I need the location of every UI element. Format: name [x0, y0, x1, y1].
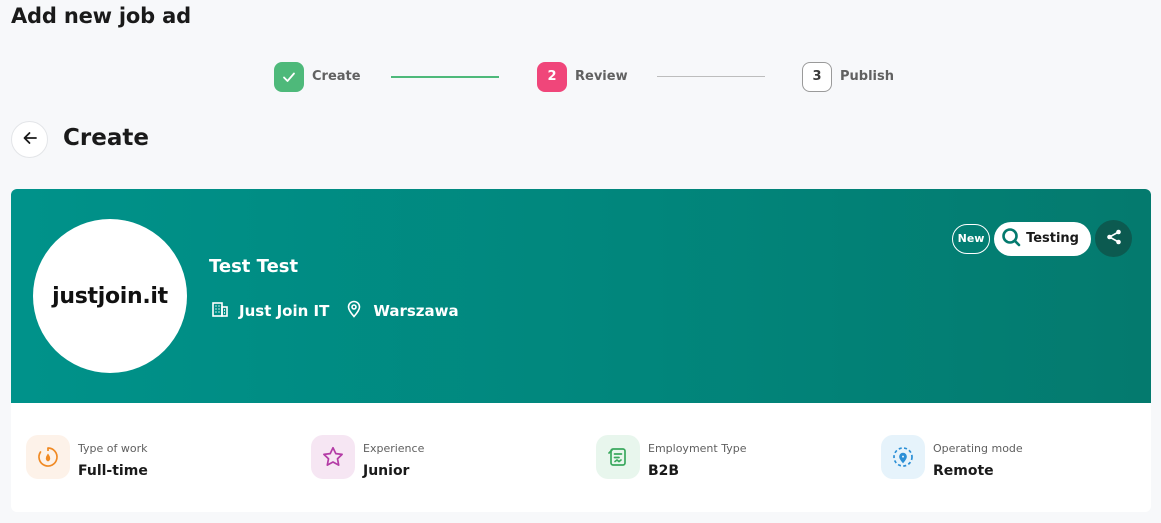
step-connector-done — [391, 76, 499, 78]
detail-operating-mode: Operating mode Remote — [881, 435, 1023, 479]
page-title: Add new job ad — [11, 4, 191, 28]
job-details: Type of work Full-time Experience Junior — [11, 403, 1151, 512]
location-text: Warszawa — [373, 302, 459, 320]
detail-label: Employment Type — [648, 442, 747, 455]
share-button[interactable] — [1095, 220, 1132, 257]
step-publish[interactable]: 3 Publish — [802, 61, 894, 92]
company-name: Just Join IT — [211, 300, 329, 322]
detail-value: Remote — [933, 463, 994, 479]
detail-label: Type of work — [78, 442, 148, 455]
category-badge: Testing — [994, 221, 1091, 256]
map-pin-icon — [345, 300, 373, 322]
timer-icon — [26, 435, 70, 479]
step-number-review: 2 — [537, 61, 567, 92]
magnifier-icon — [1000, 226, 1026, 252]
company-logo-text: justjoin.it — [52, 283, 168, 309]
building-icon — [211, 300, 239, 322]
detail-value: B2B — [648, 463, 680, 479]
company-name-text: Just Join IT — [239, 302, 330, 320]
company-logo: justjoin.it — [33, 219, 187, 373]
arrow-left-icon — [22, 130, 38, 150]
new-badge: New — [952, 223, 991, 254]
detail-experience: Experience Junior — [311, 435, 424, 479]
detail-label: Experience — [363, 442, 425, 455]
share-icon — [1105, 228, 1123, 250]
job-location: Warszawa — [345, 300, 459, 322]
contract-icon — [596, 435, 640, 479]
step-number-publish: 3 — [802, 61, 832, 92]
detail-value: Full-time — [78, 463, 148, 479]
category-label: Testing — [1026, 231, 1079, 246]
detail-value: Junior — [363, 463, 410, 479]
job-title: Test Test — [209, 256, 299, 277]
stepper: Create 2 Review 3 Publish — [0, 61, 1161, 92]
detail-employment-type: Employment Type B2B — [596, 435, 746, 479]
step-label-create: Create — [312, 69, 361, 84]
job-banner: justjoin.it Test Test Just Join IT Warsz… — [11, 189, 1151, 403]
detail-label: Operating mode — [933, 442, 1023, 455]
detail-type-of-work: Type of work Full-time — [26, 435, 148, 479]
location-dashed-icon — [881, 435, 925, 479]
step-review[interactable]: 2 Review — [537, 61, 628, 92]
step-create[interactable]: Create — [274, 61, 361, 92]
job-badges: New Testing — [952, 220, 1132, 257]
step-label-review: Review — [575, 69, 628, 84]
job-ad-preview-card: justjoin.it Test Test Just Join IT Warsz… — [11, 189, 1151, 512]
star-icon — [311, 435, 355, 479]
back-button[interactable] — [11, 121, 48, 158]
step-label-publish: Publish — [840, 69, 894, 84]
check-icon — [274, 61, 304, 92]
section-title: Create — [63, 125, 149, 151]
job-meta: Just Join IT Warszawa — [211, 300, 459, 322]
step-connector-pending — [657, 76, 765, 77]
